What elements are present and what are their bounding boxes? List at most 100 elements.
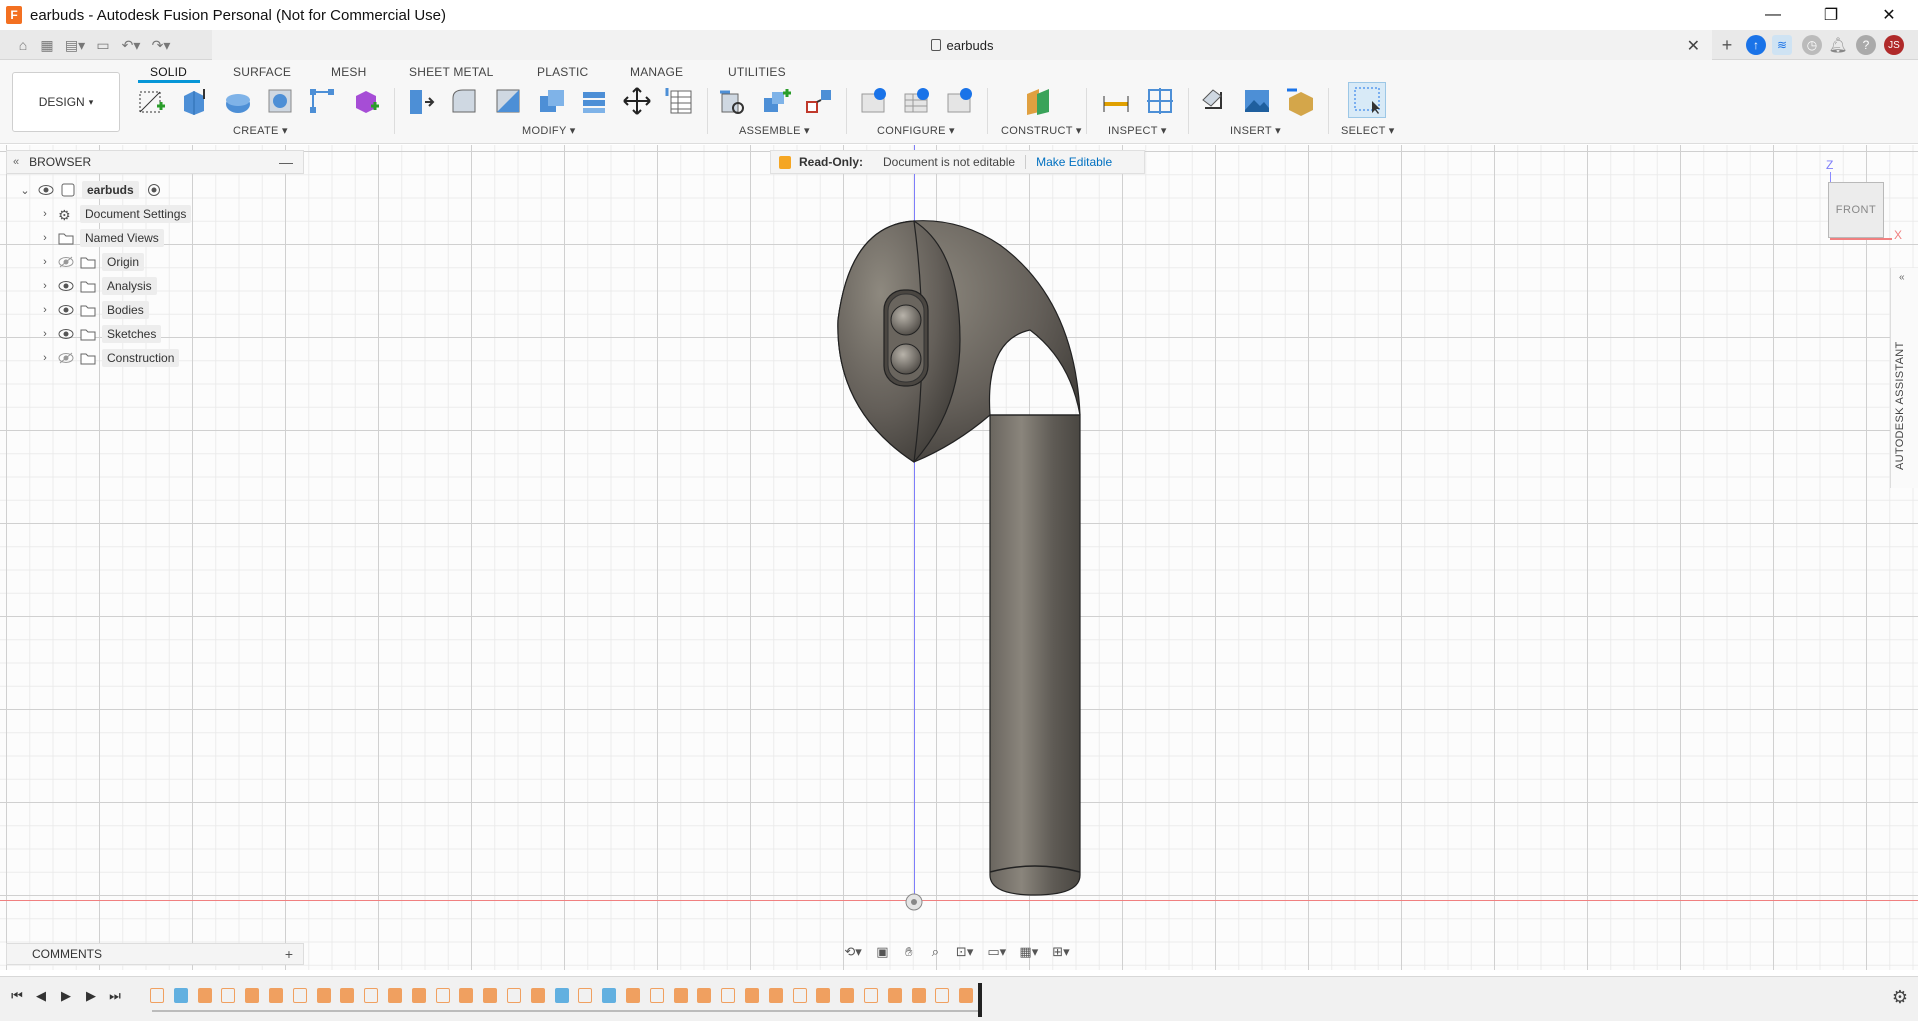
timeline-feature[interactable] [245,988,260,1003]
browser-item-document-settings[interactable]: › ⚙ Document Settings [38,203,192,225]
chevron-right-icon[interactable]: › [38,352,52,364]
browser-item-construction[interactable]: › Construction [38,347,180,369]
browser-item-origin[interactable]: › Origin [38,251,145,273]
tab-plastic[interactable]: PLASTIC [537,65,588,79]
extrude-icon[interactable] [178,85,210,117]
chevron-right-icon[interactable]: › [38,328,52,340]
timeline-feature[interactable] [911,988,926,1003]
make-editable-link[interactable]: Make Editable [1036,155,1112,169]
timeline-feature[interactable] [173,988,188,1003]
workspace-switcher[interactable]: DESIGN ▾ [12,72,120,132]
fillet-icon[interactable] [448,85,480,117]
minimize-button[interactable]: — [1744,0,1802,30]
notifications-icon[interactable]: 🔔︎ [1828,35,1848,55]
browser-item-analysis[interactable]: › Analysis [38,275,157,297]
play-icon[interactable]: ▶ [57,987,75,1005]
timeline-feature[interactable] [292,988,307,1003]
tab-manage[interactable]: MANAGE [630,65,683,79]
tab-solid[interactable]: SOLID [150,65,187,79]
timeline-feature[interactable] [792,988,807,1003]
go-to-end-icon[interactable]: ⏭ [106,987,124,1005]
timeline-feature[interactable] [864,988,878,1003]
configure-params-icon[interactable] [900,85,932,117]
configure-table-icon[interactable] [857,85,889,117]
insert-mcmaster-icon[interactable] [1284,85,1316,117]
eye-icon[interactable] [38,183,54,197]
group-construct[interactable]: CONSTRUCT ▾ [1001,124,1082,137]
activate-radio-icon[interactable] [147,183,163,197]
timeline-feature[interactable] [150,988,164,1003]
timeline-feature[interactable] [840,988,855,1003]
viewports-icon[interactable]: ⊞▾ [1048,943,1074,961]
offset-face-icon[interactable] [578,85,610,117]
chevron-right-icon[interactable]: › [38,280,52,292]
add-comment-icon[interactable]: + [285,946,293,962]
extensions-icon[interactable]: ≋ [1772,35,1792,55]
group-assemble[interactable]: ASSEMBLE ▾ [739,124,810,137]
redo-icon[interactable]: ↷▾ [148,36,174,54]
minimize-panel-icon[interactable]: — [279,154,293,170]
timeline-feature[interactable] [959,988,974,1003]
timeline-feature[interactable] [269,988,283,1003]
timeline-feature[interactable] [364,988,379,1003]
look-at-icon[interactable]: ▣ [872,943,893,961]
timeline-feature[interactable] [887,988,902,1003]
move-copy-icon[interactable] [621,85,653,117]
close-window-button[interactable]: ✕ [1860,0,1918,30]
comments-panel[interactable]: COMMENTS + [6,943,304,965]
timeline-marker[interactable] [978,983,982,1017]
grid-settings-icon[interactable]: ▦▾ [1016,943,1042,961]
tab-surface[interactable]: SURFACE [233,65,291,79]
select-icon[interactable] [1348,82,1386,118]
offset-plane-icon[interactable] [1022,85,1054,117]
timeline-feature[interactable] [721,988,736,1003]
group-configure[interactable]: CONFIGURE ▾ [877,124,955,137]
change-parameters-icon[interactable] [664,85,696,117]
create-sketch-icon[interactable] [136,85,168,117]
tab-sheet-metal[interactable]: SHEET METAL [409,65,493,79]
hole-icon[interactable] [264,85,296,117]
browser-item-bodies[interactable]: › Bodies [38,299,149,321]
file-menu-icon[interactable]: ▤▾ [62,36,88,54]
chevron-down-icon[interactable]: ⌄ [18,184,32,197]
assistant-label[interactable]: AUTODESK ASSISTANT [1894,330,1914,470]
browser-item-named-views[interactable]: › Named Views [38,227,164,249]
timeline-feature[interactable] [578,988,593,1003]
timeline-feature[interactable] [435,988,450,1003]
close-tab-icon[interactable]: ✕ [1687,36,1700,56]
shell-icon[interactable] [492,85,524,117]
timeline-feature[interactable] [388,988,402,1003]
create-form-icon[interactable] [350,85,382,117]
timeline-feature[interactable] [221,988,236,1003]
insert-derive-component-icon[interactable] [1198,85,1230,117]
view-cube-face[interactable]: FRONT [1836,204,1876,216]
press-pull-icon[interactable] [404,85,436,117]
orbit-icon[interactable]: ⟲▾ [840,943,866,961]
undo-icon[interactable]: ↶▾ [118,36,144,54]
timeline-feature[interactable] [459,988,474,1003]
timeline-settings-gear-icon[interactable]: ⚙ [1892,987,1908,1008]
timeline-feature[interactable] [507,988,521,1003]
chevron-right-icon[interactable]: › [38,256,52,268]
chevron-right-icon[interactable]: › [38,208,52,220]
browser-item-sketches[interactable]: › Sketches [38,323,162,345]
tab-mesh[interactable]: MESH [331,65,366,79]
group-modify[interactable]: MODIFY ▾ [522,124,576,137]
collapse-browser-icon[interactable]: « [13,156,19,168]
pan-hand-icon[interactable]: ✋︎ [899,943,920,961]
new-component-icon[interactable] [760,85,792,117]
timeline-feature[interactable] [602,988,617,1003]
timeline-feature[interactable] [768,988,783,1003]
pattern-icon[interactable] [306,85,338,117]
zoom-icon[interactable]: ⌕ [925,943,946,961]
timeline-feature[interactable] [935,988,950,1003]
expand-assistant-icon[interactable]: « [1899,272,1905,283]
chevron-right-icon[interactable]: › [38,304,52,316]
eye-hidden-icon[interactable] [58,351,74,365]
fit-icon[interactable]: ⊡▾ [952,943,978,961]
earbud-model[interactable] [820,210,1090,910]
group-insert[interactable]: INSERT ▾ [1230,124,1281,137]
joint-icon[interactable] [803,85,835,117]
timeline-feature[interactable] [816,988,831,1003]
tab-utilities[interactable]: UTILITIES [728,65,786,79]
